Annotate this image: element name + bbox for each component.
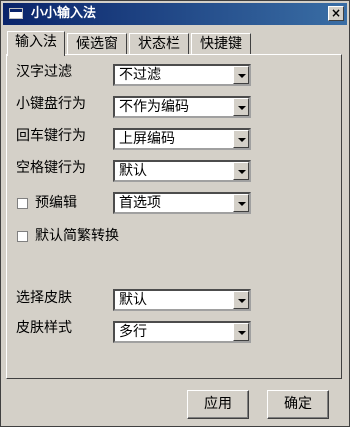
- chevron-down-icon[interactable]: [233, 130, 249, 148]
- tab-status-bar[interactable]: 状态栏: [129, 33, 189, 55]
- pre-edit-label[interactable]: 预编辑: [35, 194, 77, 212]
- hanzi-filter-value: 不过滤: [119, 67, 161, 83]
- skin-select[interactable]: 默认: [113, 289, 251, 311]
- pre-edit-value: 首选项: [119, 195, 161, 211]
- apply-button[interactable]: 应用: [187, 390, 249, 419]
- chevron-down-icon[interactable]: [233, 98, 249, 116]
- window-icon: [9, 8, 23, 19]
- skin-style-label: 皮肤样式: [16, 320, 72, 336]
- enter-behavior-select[interactable]: 上屏编码: [113, 128, 251, 150]
- input-method-panel: 汉字过滤 不过滤 小键盘行为 不作为编码 回车键行为 上屏编码 空格键行为 默认…: [6, 54, 342, 379]
- tab-candidate-window[interactable]: 候选窗: [67, 33, 127, 55]
- chevron-down-icon[interactable]: [233, 162, 249, 180]
- trad-simp-convert-label[interactable]: 默认简繁转换: [35, 227, 119, 245]
- chevron-down-icon[interactable]: [233, 323, 249, 341]
- hanzi-filter-select[interactable]: 不过滤: [113, 64, 251, 86]
- enter-behavior-value: 上屏编码: [119, 131, 175, 147]
- title-bar[interactable]: 小小输入法 ×: [3, 3, 347, 25]
- pre-edit-select[interactable]: 首选项: [113, 192, 251, 214]
- space-behavior-select[interactable]: 默认: [113, 160, 251, 182]
- space-behavior-label: 空格键行为: [16, 160, 86, 176]
- tab-shortcuts[interactable]: 快捷键: [191, 33, 251, 55]
- pre-edit-checkbox[interactable]: [17, 198, 28, 209]
- window-title: 小小输入法: [31, 6, 97, 21]
- skin-value: 默认: [119, 292, 147, 308]
- enter-behavior-label: 回车键行为: [16, 128, 86, 144]
- skin-label: 选择皮肤: [16, 290, 72, 306]
- chevron-down-icon[interactable]: [233, 66, 249, 84]
- settings-window: 小小输入法 × 输入法 候选窗 状态栏 快捷键 汉字过滤 不过滤 小键盘行为 不…: [0, 0, 350, 427]
- skin-style-value: 多行: [119, 324, 147, 340]
- chevron-down-icon[interactable]: [233, 194, 249, 212]
- skin-style-select[interactable]: 多行: [113, 321, 251, 343]
- chevron-down-icon[interactable]: [233, 291, 249, 309]
- close-icon: ×: [330, 6, 342, 20]
- trad-simp-convert-checkbox[interactable]: [17, 231, 28, 242]
- keypad-behavior-value: 不作为编码: [119, 99, 189, 115]
- keypad-behavior-select[interactable]: 不作为编码: [113, 96, 251, 118]
- hanzi-filter-label: 汉字过滤: [16, 64, 72, 80]
- keypad-behavior-label: 小键盘行为: [16, 96, 86, 112]
- space-behavior-value: 默认: [119, 163, 147, 179]
- ok-button[interactable]: 确定: [267, 390, 329, 419]
- close-button[interactable]: ×: [328, 6, 344, 21]
- tab-input-method[interactable]: 输入法: [7, 31, 65, 56]
